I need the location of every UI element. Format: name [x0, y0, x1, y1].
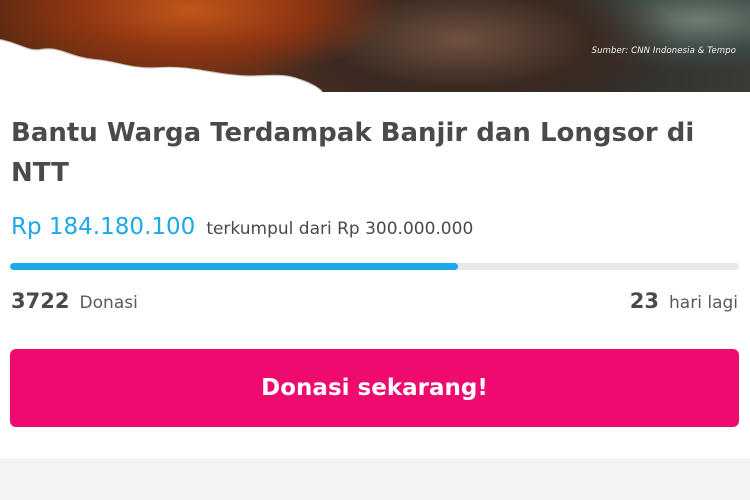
- section-divider: [0, 458, 750, 500]
- donation-count-label: Donasi: [79, 293, 138, 313]
- collected-amount: Rp 184.180.100: [11, 214, 196, 240]
- funding-summary: Rp 184.180.100 terkumpul dari Rp 300.000…: [11, 214, 473, 240]
- image-source-credit: Sumber: CNN Indonesia & Tempo: [591, 46, 736, 56]
- target-amount-text: terkumpul dari Rp 300.000.000: [206, 219, 474, 239]
- days-left-label: hari lagi: [669, 293, 738, 313]
- days-left-count: 23: [629, 289, 659, 313]
- campaign-page: Sumber: CNN Indonesia & Tempo Bantu Warg…: [0, 0, 750, 500]
- donate-now-button[interactable]: Donasi sekarang!: [10, 349, 739, 427]
- funding-progress-fill: [10, 263, 458, 270]
- donation-count: 3722: [11, 289, 70, 313]
- campaign-title: Bantu Warga Terdampak Banjir dan Longsor…: [11, 118, 695, 188]
- campaign-banner-image: Sumber: CNN Indonesia & Tempo: [0, 0, 750, 92]
- days-left-stat: 23 hari lagi: [630, 289, 738, 313]
- funding-progress-bar: [10, 263, 739, 270]
- donation-count-stat: 3722 Donasi: [11, 289, 138, 313]
